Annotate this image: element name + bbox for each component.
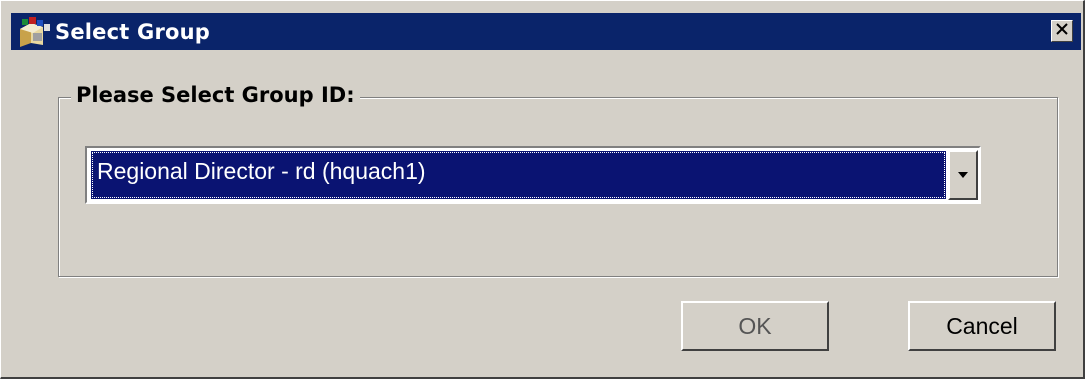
chevron-down-icon: [957, 166, 969, 184]
title-bar[interactable]: Select Group: [11, 13, 1081, 50]
window-title: Select Group: [55, 19, 211, 44]
group-id-label: Please Select Group ID:: [71, 83, 360, 107]
selected-option[interactable]: Regional Director - rd (hquach1): [91, 151, 946, 199]
close-button[interactable]: [1051, 20, 1073, 42]
close-icon: [1056, 22, 1068, 40]
dropdown-button[interactable]: [948, 150, 978, 200]
ok-button[interactable]: OK: [681, 301, 829, 351]
group-id-select[interactable]: Regional Director - rd (hquach1): [85, 146, 981, 204]
cancel-button[interactable]: Cancel: [908, 301, 1056, 351]
app-icon: [17, 15, 53, 49]
select-group-dialog: Select Group Please Select Group ID: Reg…: [0, 0, 1085, 379]
selected-option-text: Regional Director - rd (hquach1): [97, 158, 426, 184]
